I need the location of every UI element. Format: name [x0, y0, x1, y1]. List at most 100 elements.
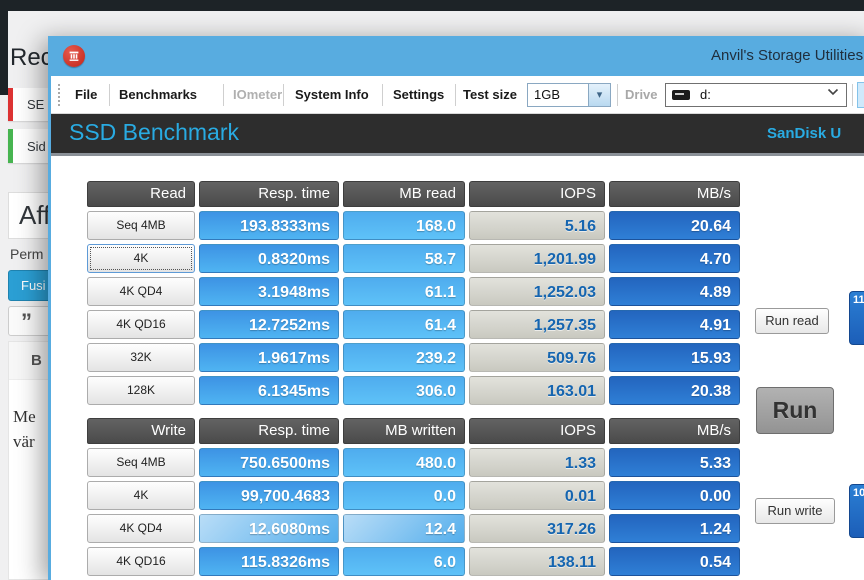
post-title-field[interactable]: Aff — [8, 192, 52, 239]
menu-separator — [617, 84, 618, 106]
iops-cell: 163.01 — [469, 376, 605, 405]
resp-time-cell: 12.6080ms — [199, 514, 339, 543]
test-size-select[interactable]: 1GB ▾ — [527, 83, 611, 107]
row-label-button[interactable]: 4K QD4 — [87, 277, 195, 306]
resp-time-cell: 3.1948ms — [199, 277, 339, 306]
permalink-label: Perm — [10, 246, 43, 262]
red-notice-text: SE — [27, 97, 44, 112]
resp-time-cell: 1.9617ms — [199, 343, 339, 372]
drive-select[interactable]: d: — [665, 83, 847, 107]
background-page-heading: Rec — [10, 44, 53, 72]
column-header: Read — [87, 181, 195, 207]
row-label-button[interactable]: Seq 4MB — [87, 448, 195, 477]
mb-cell: 480.0 — [343, 448, 465, 477]
iops-cell: 0.01 — [469, 481, 605, 510]
menu-settings[interactable]: Settings — [393, 83, 444, 107]
iops-cell: 1,257.35 — [469, 310, 605, 339]
editor-text: Me vär — [9, 380, 51, 454]
column-header: IOPS — [469, 418, 605, 444]
red-notice-box: SE — [8, 88, 52, 121]
editor-panel: B Me vär — [8, 341, 52, 580]
window-title: Anvil's Storage Utilities 1.1.0 (2014-Ja… — [711, 36, 864, 76]
menu-separator — [283, 84, 284, 106]
resp-time-cell: 99,700.4683 — [199, 481, 339, 510]
mbs-cell: 5.33 — [609, 448, 740, 477]
menu-separator — [223, 84, 224, 106]
menu-system-info[interactable]: System Info — [295, 83, 369, 107]
menu-separator — [382, 84, 383, 106]
resp-time-cell: 193.8333ms — [199, 211, 339, 240]
anvil-app-window: Anvil's Storage Utilities 1.1.0 (2014-Ja… — [48, 36, 864, 580]
mbs-cell: 15.93 — [609, 343, 740, 372]
run-button[interactable]: Run — [756, 387, 834, 434]
mb-cell: 239.2 — [343, 343, 465, 372]
menu-overflow-item[interactable]: S — [857, 82, 864, 108]
resp-time-cell: 115.8326ms — [199, 547, 339, 576]
mb-cell: 61.1 — [343, 277, 465, 306]
dropdown-arrow-icon[interactable]: ▾ — [588, 84, 610, 106]
row-label-button[interactable]: 4K QD16 — [87, 310, 195, 339]
row-label-button[interactable]: 4K — [87, 244, 195, 273]
quote-icon[interactable]: ” — [8, 306, 52, 336]
mbs-cell: 20.38 — [609, 376, 740, 405]
editor-line: vär — [13, 429, 51, 454]
iops-cell: 1,201.99 — [469, 244, 605, 273]
test-size-value: 1GB — [528, 84, 588, 106]
toolbar-grip[interactable] — [58, 84, 60, 106]
write-score-box: 10 — [849, 484, 864, 538]
menu-iometer: IOmeter — [233, 83, 282, 107]
menu-file[interactable]: File — [75, 83, 97, 107]
mbs-cell: 0.00 — [609, 481, 740, 510]
row-label-button[interactable]: 128K — [87, 376, 195, 405]
menu-separator — [109, 84, 110, 106]
mb-cell: 6.0 — [343, 547, 465, 576]
iops-cell: 1.33 — [469, 448, 605, 477]
admin-sidebar-edge — [0, 11, 8, 95]
mb-cell: 0.0 — [343, 481, 465, 510]
iops-cell: 1,252.03 — [469, 277, 605, 306]
row-label-button[interactable]: 4K — [87, 481, 195, 510]
bold-button[interactable]: B — [9, 342, 51, 380]
mb-cell: 168.0 — [343, 211, 465, 240]
mb-cell: 58.7 — [343, 244, 465, 273]
app-icon — [63, 45, 85, 67]
row-label-button[interactable]: 4K QD16 — [87, 547, 195, 576]
test-size-label: Test size — [463, 83, 517, 107]
mb-cell: 12.4 — [343, 514, 465, 543]
column-header: MB/s — [609, 418, 740, 444]
window-titlebar[interactable]: Anvil's Storage Utilities 1.1.0 (2014-Ja… — [51, 36, 864, 76]
editor-line: Me — [13, 404, 51, 429]
column-header: IOPS — [469, 181, 605, 207]
iops-cell: 5.16 — [469, 211, 605, 240]
green-notice-box: Sid — [8, 129, 52, 163]
mb-cell: 306.0 — [343, 376, 465, 405]
chevron-down-icon[interactable] — [827, 88, 839, 96]
run-read-button[interactable]: Run read — [755, 308, 829, 334]
write-results-table: WriteResp. timeMB writtenIOPSMB/sSeq 4MB… — [87, 418, 740, 576]
mbs-cell: 1.24 — [609, 514, 740, 543]
mbs-cell: 20.64 — [609, 211, 740, 240]
browser-top-bar — [0, 0, 864, 11]
resp-time-cell: 0.8320ms — [199, 244, 339, 273]
iops-cell: 317.26 — [469, 514, 605, 543]
drive-icon — [672, 90, 690, 100]
column-header: Resp. time — [199, 418, 339, 444]
row-label-button[interactable]: Seq 4MB — [87, 211, 195, 240]
run-write-button[interactable]: Run write — [755, 498, 835, 524]
row-label-button[interactable]: 32K — [87, 343, 195, 372]
column-header: Resp. time — [199, 181, 339, 207]
row-label-button[interactable]: 4K QD4 — [87, 514, 195, 543]
device-name: SanDisk U — [767, 125, 841, 142]
green-notice-text: Sid — [27, 139, 46, 154]
read-results-table: ReadResp. timeMB readIOPSMB/sSeq 4MB193.… — [87, 181, 740, 405]
mbs-cell: 4.91 — [609, 310, 740, 339]
read-score-box: 11 — [849, 291, 864, 345]
resp-time-cell: 750.6500ms — [199, 448, 339, 477]
resp-time-cell: 6.1345ms — [199, 376, 339, 405]
background-blue-button[interactable]: Fusi — [8, 270, 52, 301]
menu-bar: File Benchmarks IOmeter System Info Sett… — [51, 76, 864, 114]
benchmark-content: ReadResp. timeMB readIOPSMB/sSeq 4MB193.… — [51, 156, 864, 580]
menu-benchmarks[interactable]: Benchmarks — [119, 83, 197, 107]
column-header: MB written — [343, 418, 465, 444]
drive-label: Drive — [625, 83, 658, 107]
